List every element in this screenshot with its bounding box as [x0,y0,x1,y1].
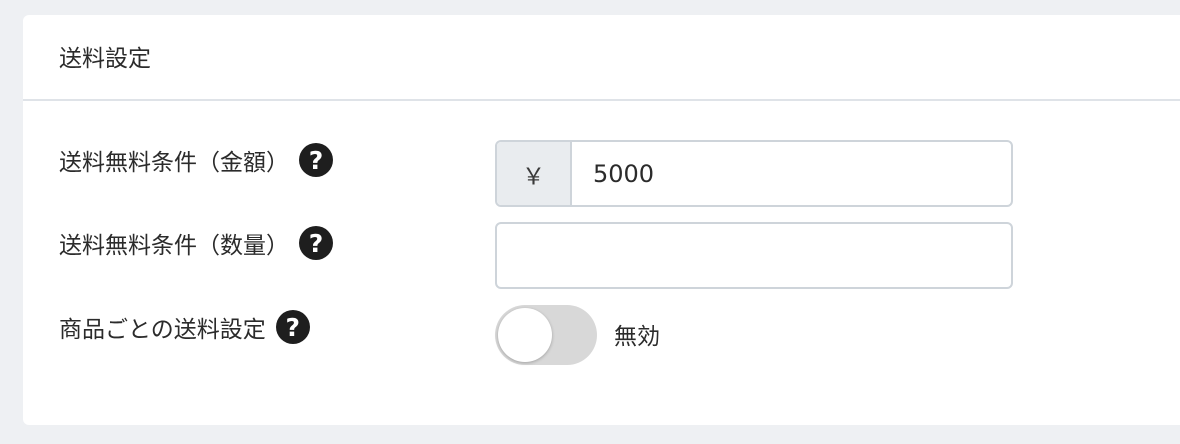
free-shipping-amount-input-group: ￥ [495,140,1013,207]
free-shipping-quantity-label: 送料無料条件（数量） [59,233,289,259]
currency-addon: ￥ [497,142,572,205]
free-shipping-amount-label-group: 送料無料条件（金額） ? [59,143,333,177]
question-circle-icon[interactable]: ? [299,143,333,177]
question-circle-icon[interactable]: ? [275,310,310,344]
toggle-status-text: 無効 [614,324,660,350]
free-shipping-quantity-input-group [495,222,1013,289]
free-shipping-quantity-label-group: 送料無料条件（数量） ? [59,226,333,260]
per-product-shipping-label: 商品ごとの送料設定 [59,317,266,343]
free-shipping-quantity-input[interactable] [497,224,1011,287]
free-shipping-amount-input[interactable] [572,142,1011,205]
question-circle-icon[interactable]: ? [299,226,333,260]
card-title: 送料設定 [59,46,151,72]
toggle-knob [498,308,552,362]
per-product-shipping-toggle[interactable] [495,305,597,365]
per-product-shipping-label-group: 商品ごとの送料設定 ? [59,310,310,344]
shipping-settings-card: 送料設定 送料無料条件（金額） ? ￥ 送料無料条件（数量） ? 商品ごとの送料… [23,15,1180,425]
free-shipping-amount-label: 送料無料条件（金額） [59,150,289,176]
card-header: 送料設定 [23,15,1180,101]
